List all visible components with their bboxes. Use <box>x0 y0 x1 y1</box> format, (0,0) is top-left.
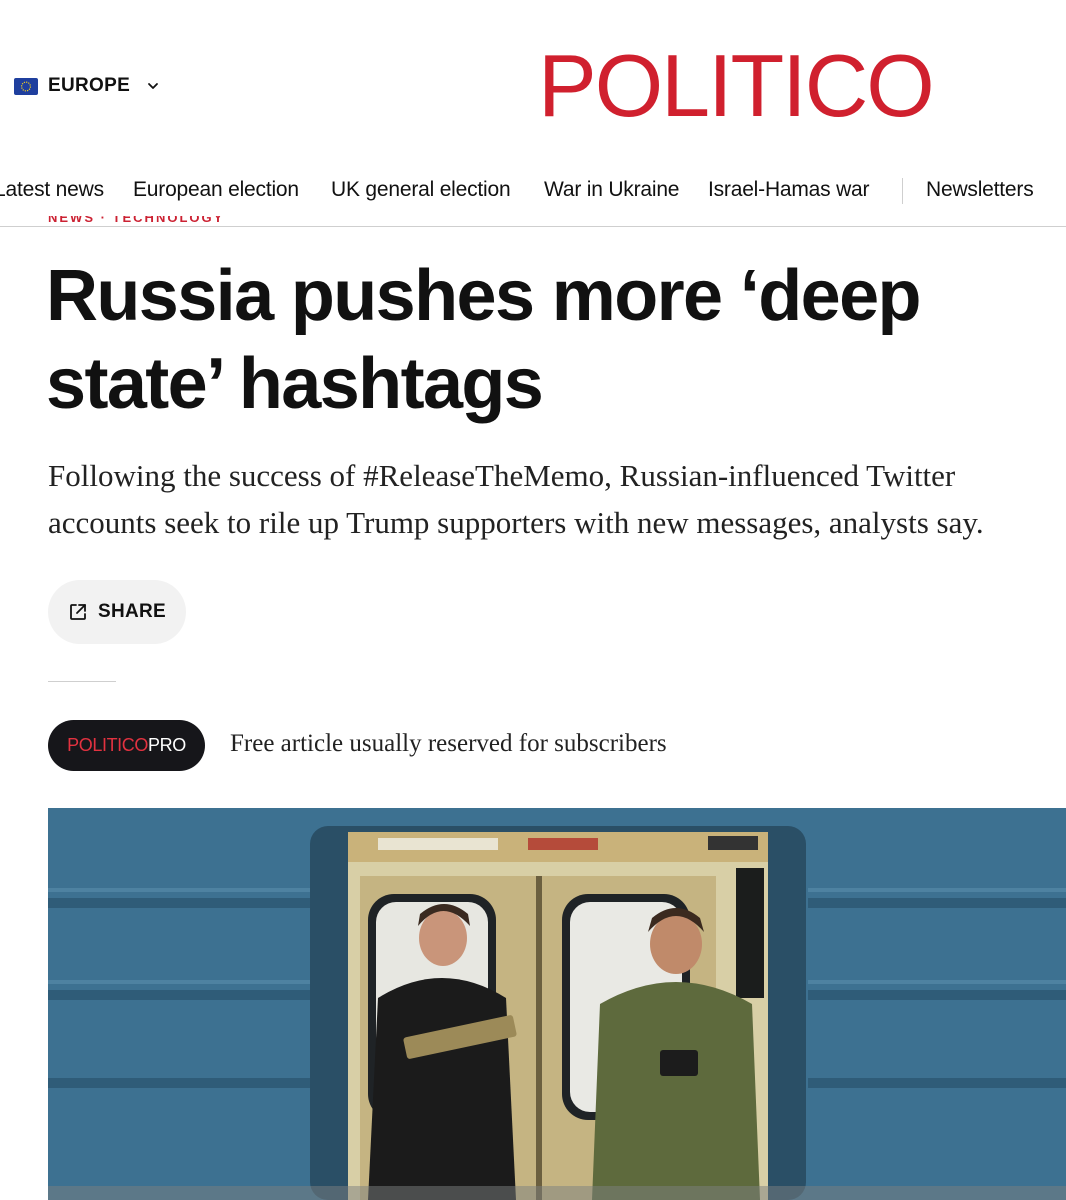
politico-logo[interactable]: POLITICO <box>538 38 935 134</box>
nav-item-newsletters[interactable]: Newsletters <box>926 178 1034 202</box>
nav-item-war-in-ukraine[interactable]: War in Ukraine <box>544 178 679 202</box>
nav-item-latest-news[interactable]: Latest news <box>0 178 104 202</box>
article-dek: Following the success of #ReleaseTheMemo… <box>48 458 984 540</box>
share-external-icon <box>70 604 86 620</box>
share-button[interactable]: SHARE <box>48 580 186 644</box>
eu-flag-icon <box>14 77 38 95</box>
share-label: SHARE <box>97 601 166 622</box>
hero-image <box>48 808 1066 1200</box>
section-divider <box>48 681 116 682</box>
pro-free-article-note: Free article usually reserved for subscr… <box>230 730 667 757</box>
pro-badge-pro: PRO <box>148 735 186 755</box>
article-headline: Russia pushes more ‘deep state’ hashtags <box>46 256 922 424</box>
chevron-down-icon <box>148 83 158 89</box>
article-kicker[interactable]: NEWS · TECHNOLOGY <box>48 216 224 228</box>
hero-photo-illustration <box>48 808 1066 1200</box>
nav-item-uk-general-election[interactable]: UK general election <box>331 178 511 202</box>
nav-divider <box>902 178 903 204</box>
edition-selector[interactable]: EUROPE <box>14 74 160 98</box>
nav-item-european-election[interactable]: European election <box>133 178 299 202</box>
edition-label: EUROPE <box>48 75 131 96</box>
main-nav: Latest news European election UK general… <box>0 168 1066 214</box>
nav-item-israel-hamas-war[interactable]: Israel-Hamas war <box>708 178 870 202</box>
politico-pro-badge[interactable]: POLITICO PRO <box>48 720 205 771</box>
pro-badge-politico: POLITICO <box>67 735 148 755</box>
